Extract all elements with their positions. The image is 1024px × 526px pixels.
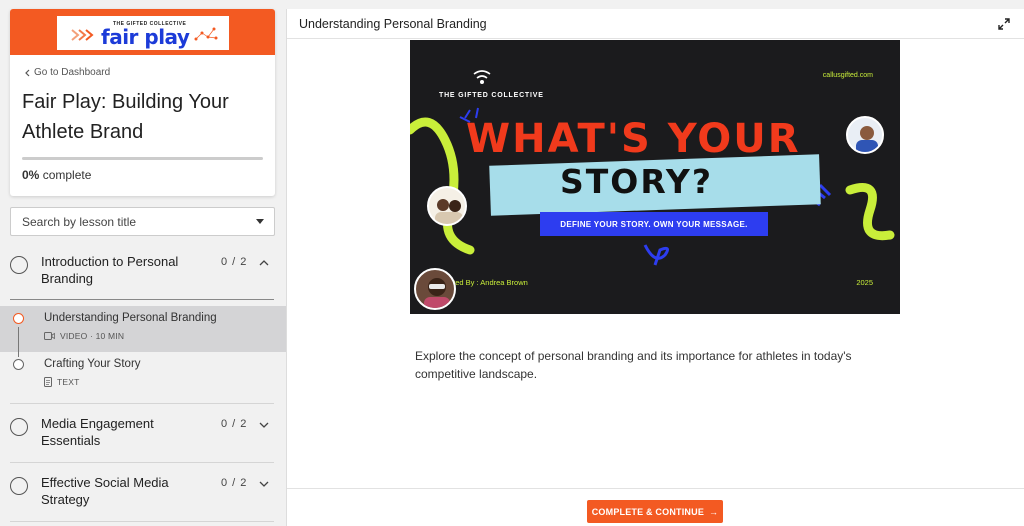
- document-icon: [44, 377, 52, 387]
- lesson-search-placeholder: Search by lesson title: [22, 214, 137, 229]
- section-count: 0 / 2: [221, 477, 248, 489]
- progress-suffix: complete: [42, 168, 92, 182]
- video-headline-2: STORY?: [560, 162, 713, 201]
- lesson-meta: VIDEO · 10 MIN: [44, 331, 124, 341]
- lesson-item-understanding-personal-branding[interactable]: Understanding Personal Branding VIDEO · …: [0, 306, 286, 352]
- lesson-description: Explore the concept of personal branding…: [415, 349, 852, 381]
- section-title: Introduction to Personal Branding: [41, 254, 179, 286]
- video-icon: [44, 332, 55, 340]
- lesson-content: Understanding Personal Branding THE GIFT…: [286, 9, 1024, 526]
- section-count: 0 / 2: [221, 256, 248, 268]
- lesson-status-icon: [13, 359, 24, 370]
- course-title: Fair Play: Building Your Athlete Brand: [22, 91, 229, 143]
- brand-wifi-icon: [473, 70, 491, 84]
- section-status-icon: [10, 256, 28, 274]
- lesson-title: Understanding Personal Branding: [44, 312, 217, 324]
- chevron-down-icon[interactable]: [259, 420, 269, 430]
- avatar: [846, 116, 884, 154]
- lesson-title: Understanding Personal Branding: [299, 16, 487, 31]
- section-divider: [10, 521, 274, 522]
- section-social-media-strategy[interactable]: Effective Social Media Strategy 0 / 2: [10, 474, 275, 514]
- lesson-meta: TEXT: [44, 377, 80, 387]
- constellation-icon: [194, 27, 218, 41]
- arrow-right-icon: →: [709, 506, 719, 517]
- progress-bar: [22, 157, 263, 160]
- course-logo: THE GIFTED COLLECTIVE fair play: [57, 16, 229, 50]
- lesson-meta-text: VIDEO · 10 MIN: [60, 331, 125, 341]
- expand-icon[interactable]: [998, 17, 1010, 30]
- caret-down-icon: [256, 219, 264, 224]
- complete-and-continue-button[interactable]: COMPLETE & CONTINUE →: [587, 500, 723, 523]
- go-to-dashboard-label: Go to Dashboard: [34, 67, 111, 78]
- section-introduction[interactable]: Introduction to Personal Branding 0 / 2: [10, 253, 275, 293]
- go-to-dashboard-link[interactable]: Go to Dashboard: [24, 67, 110, 78]
- chevron-up-icon[interactable]: [259, 258, 269, 268]
- progress-text: 0% complete: [22, 168, 91, 182]
- section-title: Media Engagement Essentials: [41, 416, 154, 448]
- lesson-title: Crafting Your Story: [44, 358, 141, 370]
- lesson-search-select[interactable]: Search by lesson title: [10, 207, 275, 236]
- avatar: [414, 268, 456, 310]
- lesson-meta-text: TEXT: [57, 377, 80, 387]
- sidebar: THE GIFTED COLLECTIVE fair play Go to Da…: [0, 0, 286, 526]
- lesson-status-icon: [13, 313, 24, 324]
- section-divider: [10, 299, 274, 300]
- arrows-icon: [71, 29, 94, 41]
- section-divider: [10, 462, 274, 463]
- course-banner: THE GIFTED COLLECTIVE fair play: [10, 9, 275, 55]
- chevron-left-icon: [25, 69, 30, 76]
- section-count: 0 / 2: [221, 418, 248, 430]
- section-status-icon: [10, 477, 28, 495]
- lesson-footer: COMPLETE & CONTINUE →: [287, 488, 1024, 526]
- logo-wordmark: fair play: [101, 25, 190, 49]
- section-media-engagement[interactable]: Media Engagement Essentials 0 / 2: [10, 415, 275, 455]
- video-player[interactable]: THE GIFTED COLLECTIVE callusgifted.com W…: [410, 40, 900, 314]
- complete-and-continue-label: COMPLETE & CONTINUE: [591, 506, 705, 517]
- avatar: [427, 186, 467, 226]
- video-url: callusgifted.com: [822, 72, 873, 79]
- lesson-header: Understanding Personal Branding: [287, 9, 1024, 39]
- video-tagline: DEFINE YOUR STORY. OWN YOUR MESSAGE.: [540, 212, 768, 236]
- video-brand: THE GIFTED COLLECTIVE: [439, 92, 544, 99]
- chevron-down-icon[interactable]: [259, 479, 269, 489]
- section-status-icon: [10, 418, 28, 436]
- video-presenter: nted By : Andrea Brown: [449, 278, 528, 287]
- section-title: Effective Social Media Strategy: [41, 475, 169, 507]
- video-year: 2025: [856, 278, 873, 287]
- video-headline-1: WHAT'S YOUR: [466, 116, 801, 162]
- progress-percent: 0%: [22, 168, 40, 182]
- lesson-item-crafting-your-story[interactable]: Crafting Your Story TEXT: [0, 352, 286, 398]
- course-card: THE GIFTED COLLECTIVE fair play Go to Da…: [10, 9, 275, 196]
- section-divider: [10, 403, 274, 404]
